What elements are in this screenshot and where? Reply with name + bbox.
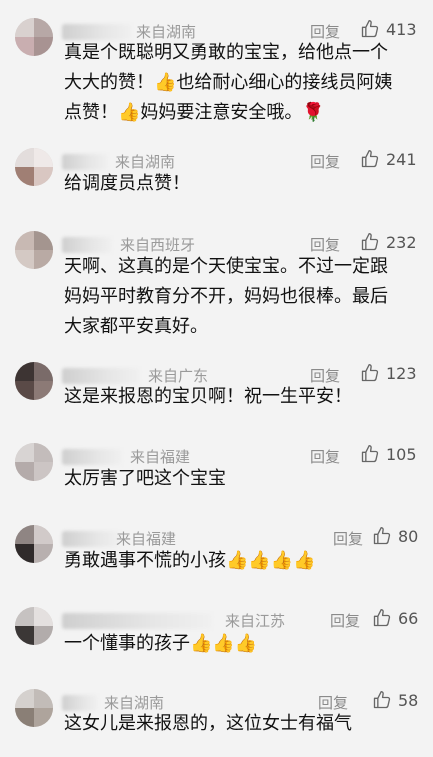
avatar[interactable] bbox=[15, 362, 53, 400]
comment-text: 这是来报恩的宝贝啊！祝一生平安！ bbox=[64, 382, 364, 412]
like-count: 105 bbox=[386, 444, 417, 464]
comment-text: 给调度员点赞！ bbox=[64, 169, 364, 199]
like-count: 232 bbox=[386, 232, 417, 252]
location-label: 来自江苏 bbox=[225, 612, 286, 630]
thumbs-up-icon bbox=[373, 609, 391, 627]
username-blurred[interactable] bbox=[62, 613, 212, 629]
avatar[interactable] bbox=[15, 689, 53, 727]
thumbs-up-icon bbox=[361, 445, 379, 463]
comment-text: 勇敢遇事不慌的小孩👍👍👍👍 bbox=[64, 546, 364, 576]
username-blurred[interactable] bbox=[62, 449, 122, 465]
comment-line: 点赞！👍妈妈要注意安全哦。🌹 bbox=[64, 102, 325, 123]
thumbs-up-icon bbox=[361, 233, 379, 251]
thumbs-up-icon bbox=[361, 20, 379, 38]
comment-line: 大家都平安真好。 bbox=[64, 316, 208, 337]
comment-line: 给调度员点赞！ bbox=[64, 173, 190, 194]
like-button[interactable]: 58 bbox=[372, 690, 418, 710]
avatar[interactable] bbox=[15, 443, 53, 481]
comment-line: 这女儿是来报恩的，这位女士有福气 bbox=[64, 713, 352, 734]
username-blurred[interactable] bbox=[62, 154, 108, 170]
username-blurred[interactable] bbox=[62, 237, 112, 253]
comment-line: 太厉害了吧这个宝宝 bbox=[64, 468, 226, 489]
comment-text: 一个懂事的孩子👍👍👍 bbox=[64, 629, 364, 659]
comment-text: 这女儿是来报恩的，这位女士有福气 bbox=[64, 709, 364, 739]
thumbs-up-icon bbox=[373, 527, 391, 545]
like-count: 241 bbox=[386, 149, 417, 169]
comment-line: 天啊、这真的是个天使宝宝。不过一定跟 bbox=[64, 256, 388, 277]
like-button[interactable]: 105 bbox=[360, 444, 417, 464]
like-count: 80 bbox=[398, 526, 419, 546]
like-count: 66 bbox=[398, 608, 419, 628]
comment-text: 太厉害了吧这个宝宝 bbox=[64, 464, 364, 494]
avatar[interactable] bbox=[15, 525, 53, 563]
avatar[interactable] bbox=[15, 148, 53, 186]
comment-line: 这是来报恩的宝贝啊！祝一生平安！ bbox=[64, 386, 352, 407]
comment-line: 妈妈平时教育分不开，妈妈也很棒。最后 bbox=[64, 286, 388, 307]
comment-feed: 来自湖南 回复 413 真是个既聪明又勇敢的宝宝，给他点一个 大大的赞！👍也给耐… bbox=[0, 0, 433, 757]
like-count: 123 bbox=[386, 363, 417, 383]
comment-line: 勇敢遇事不慌的小孩👍👍👍👍 bbox=[64, 550, 316, 571]
username-blurred[interactable] bbox=[62, 531, 120, 547]
avatar[interactable] bbox=[15, 607, 53, 645]
avatar[interactable] bbox=[15, 231, 53, 269]
avatar[interactable] bbox=[15, 18, 53, 56]
like-button[interactable]: 80 bbox=[372, 526, 418, 546]
comment-line: 一个懂事的孩子👍👍👍 bbox=[64, 633, 258, 654]
like-count: 413 bbox=[386, 19, 417, 39]
like-count: 58 bbox=[398, 690, 419, 710]
like-button[interactable]: 232 bbox=[360, 232, 417, 252]
like-button[interactable]: 123 bbox=[360, 363, 417, 383]
comment-line: 大大的赞！👍也给耐心细心的接线员阿姨 bbox=[64, 72, 393, 93]
like-button[interactable]: 66 bbox=[372, 608, 418, 628]
comment-text: 真是个既聪明又勇敢的宝宝，给他点一个 大大的赞！👍也给耐心细心的接线员阿姨 点赞… bbox=[64, 38, 393, 128]
like-button[interactable]: 413 bbox=[360, 19, 417, 39]
comment-line: 真是个既聪明又勇敢的宝宝，给他点一个 bbox=[64, 42, 388, 63]
thumbs-up-icon bbox=[361, 150, 379, 168]
thumbs-up-icon bbox=[373, 691, 391, 709]
comment-text: 天啊、这真的是个天使宝宝。不过一定跟 妈妈平时教育分不开，妈妈也很棒。最后 大家… bbox=[64, 252, 388, 342]
like-button[interactable]: 241 bbox=[360, 149, 417, 169]
thumbs-up-icon bbox=[361, 364, 379, 382]
reply-button[interactable]: 回复 bbox=[330, 610, 360, 631]
